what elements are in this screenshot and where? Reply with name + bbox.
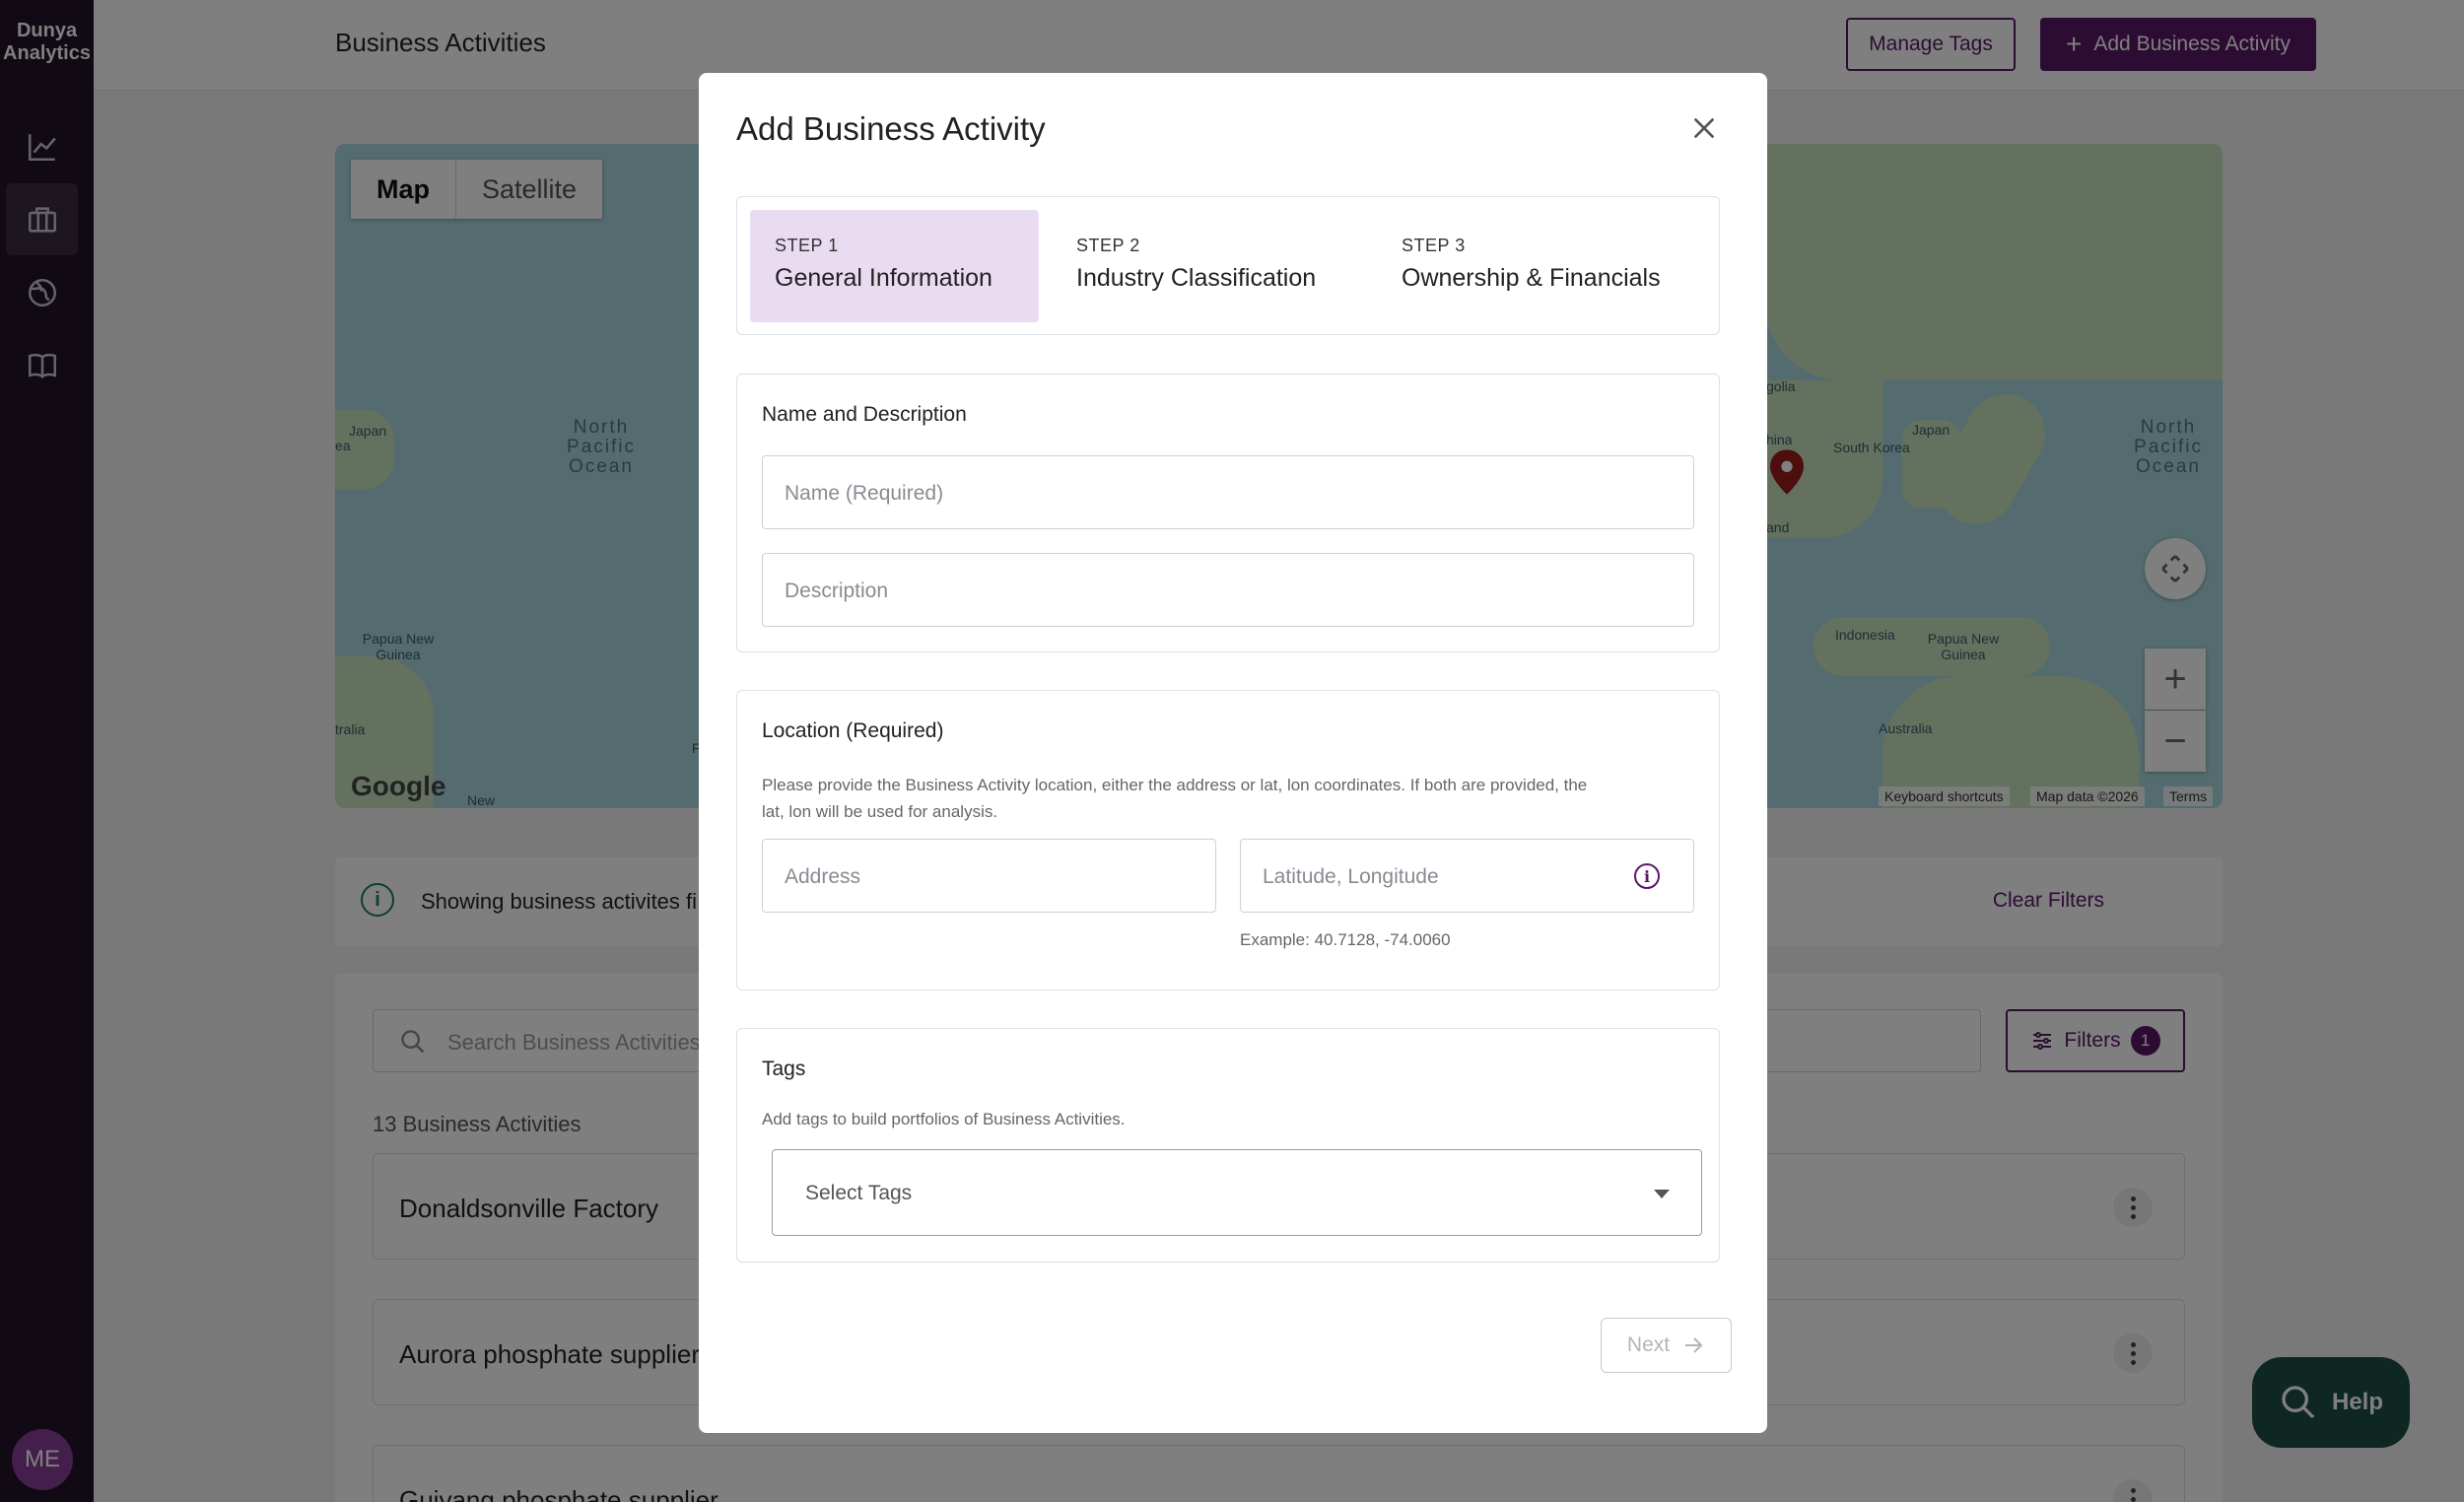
close-icon[interactable]	[1688, 112, 1720, 144]
arrow-right-icon	[1685, 1337, 1703, 1353]
description-field[interactable]: Description	[762, 553, 1694, 627]
section-title: Location (Required)	[762, 719, 944, 742]
step-number: STEP 2	[1076, 236, 1140, 255]
step-ownership-financials[interactable]: STEP 3 Ownership & Financials	[1377, 210, 1692, 322]
select-tags-placeholder: Select Tags	[805, 1182, 913, 1204]
description-placeholder: Description	[785, 580, 889, 602]
step-number: STEP 3	[1402, 236, 1466, 255]
step-number: STEP 1	[775, 236, 839, 255]
address-placeholder: Address	[785, 865, 861, 888]
address-field[interactable]: Address	[762, 839, 1216, 913]
lat-lon-example: Example: 40.7128, -74.0060	[1240, 930, 1451, 949]
lat-lon-placeholder: Latitude, Longitude	[1263, 865, 1439, 888]
step-label: General Information	[775, 264, 992, 292]
caret-down-icon	[1654, 1190, 1670, 1198]
step-label: Ownership & Financials	[1402, 264, 1661, 292]
next-label: Next	[1626, 1333, 1671, 1356]
location-description-line2: lat, lon will be used for analysis.	[762, 802, 998, 821]
step-industry-classification[interactable]: STEP 2 Industry Classification	[1052, 210, 1357, 322]
add-business-activity-modal: Add Business Activity STEP 1 General Inf…	[699, 73, 1767, 1433]
next-button[interactable]: Next	[1601, 1318, 1732, 1373]
select-tags-dropdown[interactable]: Select Tags	[772, 1149, 1702, 1236]
location-section: Location (Required) Please provide the B…	[736, 690, 1720, 990]
modal-title: Add Business Activity	[736, 110, 1046, 147]
step-label: Industry Classification	[1076, 264, 1317, 292]
section-title: Name and Description	[762, 403, 967, 426]
tags-description: Add tags to build portfolios of Business…	[762, 1110, 1126, 1128]
name-field[interactable]: Name (Required)	[762, 455, 1694, 529]
name-description-section: Name and Description Name (Required) Des…	[736, 374, 1720, 652]
tags-section: Tags Add tags to build portfolios of Bus…	[736, 1028, 1720, 1263]
stepper: STEP 1 General Information STEP 2 Indust…	[736, 196, 1720, 335]
section-title: Tags	[762, 1058, 806, 1080]
location-description-line1: Please provide the Business Activity loc…	[762, 776, 1588, 794]
info-icon[interactable]: i	[1634, 863, 1660, 889]
step-general-information[interactable]: STEP 1 General Information	[750, 210, 1039, 322]
lat-lon-field[interactable]: Latitude, Longitude i	[1240, 839, 1694, 913]
name-placeholder: Name (Required)	[785, 482, 944, 505]
